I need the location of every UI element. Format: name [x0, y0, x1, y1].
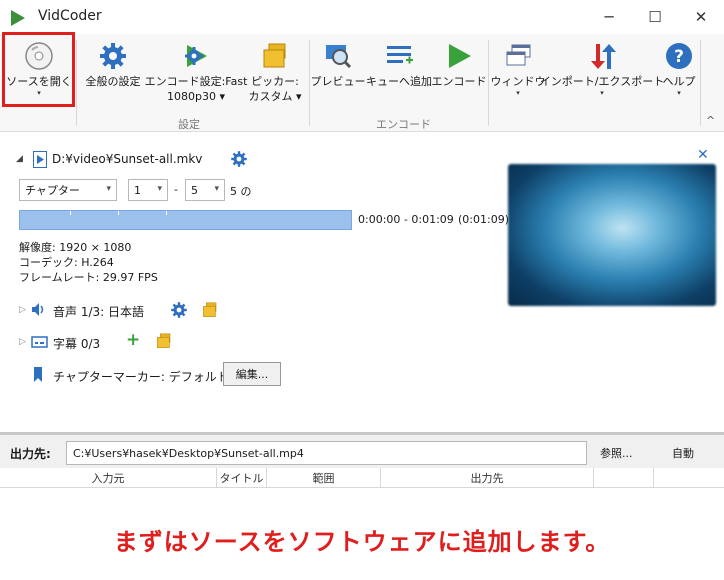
audio-track-text: 音声 1/3: 日本語 — [53, 305, 144, 319]
output-bar: 出力先: C:¥Users¥hasek¥Desktop¥Sunset-all.m… — [0, 432, 724, 468]
magnifier-icon — [322, 40, 354, 72]
import-export-arrows-icon — [586, 40, 618, 72]
general-settings-button[interactable]: 全般の設定 — [80, 36, 146, 110]
audio-folder-icon[interactable] — [201, 301, 219, 322]
picker-button[interactable]: ピッカー: カスタム ▾ — [246, 36, 304, 110]
audio-settings-gear-icon[interactable] — [170, 301, 188, 322]
range-separator: - — [174, 183, 178, 196]
ribbon-toolbar: ソースを開く ▾ 全般の設定 エンコード設定:Fast 1080p30 ▾ ピッ… — [0, 34, 724, 132]
vidcoder-logo-icon — [11, 10, 25, 26]
queue-header: 入力元 タイトル 範囲 出力先 — [0, 468, 724, 488]
range-start-select[interactable]: 1 ▾ — [128, 179, 168, 201]
gear-icon — [97, 40, 129, 72]
minimize-button[interactable]: ─ — [586, 0, 632, 34]
picker-label: ピッカー: カスタム ▾ — [248, 75, 302, 103]
import-export-label: インポート/エクスポート — [539, 75, 665, 88]
time-range: 0:00:00 - 0:01:09 — [358, 213, 454, 226]
add-subtitle-icon[interactable]: + — [126, 330, 140, 350]
video-file-icon — [33, 151, 47, 171]
range-bar[interactable] — [19, 210, 352, 230]
expand-subtitle-icon[interactable]: ▷ — [19, 337, 26, 347]
preview-button[interactable]: プレビュー — [310, 36, 366, 110]
ribbon-separator — [76, 40, 77, 126]
ribbon-separator — [700, 40, 701, 126]
codec-text: コーデック: H.264 — [19, 256, 114, 269]
svg-text:?: ? — [674, 47, 684, 67]
chevron-down-icon: ▾ — [157, 184, 162, 194]
chapter-tick — [166, 211, 167, 215]
window-title: VidCoder — [38, 8, 102, 24]
window-menu-label: ウィンドウ — [490, 75, 546, 88]
duration: (0:01:09) — [458, 213, 509, 226]
encode-settings-label: エンコード設定:Fast 1080p30 ▾ — [144, 75, 248, 103]
range-type-select[interactable]: チャプター ▾ — [19, 179, 117, 201]
maximize-button[interactable]: ☐ — [632, 0, 678, 34]
bookmark-icon — [34, 367, 42, 385]
chapter-tick — [70, 211, 71, 215]
help-icon: ? — [663, 40, 695, 72]
close-source-button[interactable]: ✕ — [697, 147, 709, 163]
queue-add-icon — [383, 40, 415, 72]
source-path: D:¥video¥Sunset-all.mkv — [52, 152, 203, 166]
help-label: ヘルプ — [662, 75, 696, 88]
column-source[interactable]: 入力元 — [0, 468, 217, 488]
video-preview-thumbnail — [508, 164, 716, 306]
collapse-source-icon[interactable]: ◢ — [16, 154, 23, 164]
expand-audio-icon[interactable]: ▷ — [19, 305, 26, 315]
column-range[interactable]: 範囲 — [267, 468, 381, 488]
play-icon — [443, 40, 475, 72]
column-empty — [594, 468, 654, 488]
column-destination[interactable]: 出力先 — [381, 468, 594, 488]
subtitle-icon — [31, 335, 48, 352]
encode-button[interactable]: エンコード — [431, 36, 487, 110]
window-menu-button[interactable]: ウィンドウ ▾ — [490, 36, 546, 110]
encode-settings-button[interactable]: エンコード設定:Fast 1080p30 ▾ — [145, 36, 247, 110]
encode-label: エンコード — [431, 75, 487, 88]
windows-stack-icon — [502, 40, 534, 72]
range-end-select[interactable]: 5 ▾ — [185, 179, 225, 201]
general-settings-label: 全般の設定 — [85, 75, 141, 88]
gear-play-icon — [180, 40, 212, 72]
resolution-text: 解像度: 1920 × 1080 — [19, 241, 132, 254]
title-bar: VidCoder ─ ☐ ✕ — [0, 0, 724, 34]
settings-group-label: 設定 — [178, 118, 200, 131]
highlight-box — [2, 32, 75, 107]
framerate-text: フレームレート: 29.97 FPS — [19, 271, 158, 284]
range-total: 5 の — [230, 185, 252, 198]
ribbon-separator — [488, 40, 489, 126]
subtitle-folder-icon[interactable] — [155, 332, 173, 353]
chevron-down-icon: ▾ — [214, 184, 219, 194]
add-to-queue-button[interactable]: キューへ追加 — [366, 36, 432, 110]
output-path-field[interactable]: C:¥Users¥hasek¥Desktop¥Sunset-all.mp4 — [66, 441, 587, 465]
add-to-queue-label: キューへ追加 — [366, 75, 432, 88]
folder-stack-icon — [259, 40, 291, 72]
source-panel: ◢ D:¥video¥Sunset-all.mkv ✕ チャプター ▾ 1 ▾ - … — [0, 133, 724, 431]
chevron-down-icon: ▾ — [516, 89, 520, 97]
caption-text: まずはソースをソフトウェアに追加します。 — [113, 528, 611, 556]
output-label: 出力先: — [10, 447, 51, 461]
chevron-down-icon: ▾ — [600, 89, 604, 97]
source-settings-gear-icon[interactable] — [230, 150, 248, 171]
encode-group-label: エンコード — [376, 118, 431, 131]
import-export-button[interactable]: インポート/エクスポート ▾ — [540, 36, 664, 110]
collapse-ribbon-button[interactable]: ^ — [706, 114, 715, 127]
chevron-down-icon: ▾ — [106, 184, 111, 194]
edit-chapters-button[interactable]: 編集... — [223, 362, 281, 386]
chevron-down-icon: ▾ — [677, 89, 681, 97]
chapter-markers-text: チャプターマーカー: デフォルト — [53, 370, 229, 384]
speaker-icon — [31, 302, 47, 320]
column-title[interactable]: タイトル — [217, 468, 267, 488]
auto-button[interactable]: 自動 — [672, 445, 694, 461]
preview-label: プレビュー — [310, 75, 366, 88]
help-button[interactable]: ? ヘルプ ▾ — [658, 36, 700, 110]
close-window-button[interactable]: ✕ — [678, 0, 724, 34]
browse-button[interactable]: 参照... — [600, 445, 633, 461]
subtitle-track-text: 字幕 0/3 — [53, 337, 101, 351]
chapter-tick — [118, 211, 119, 215]
